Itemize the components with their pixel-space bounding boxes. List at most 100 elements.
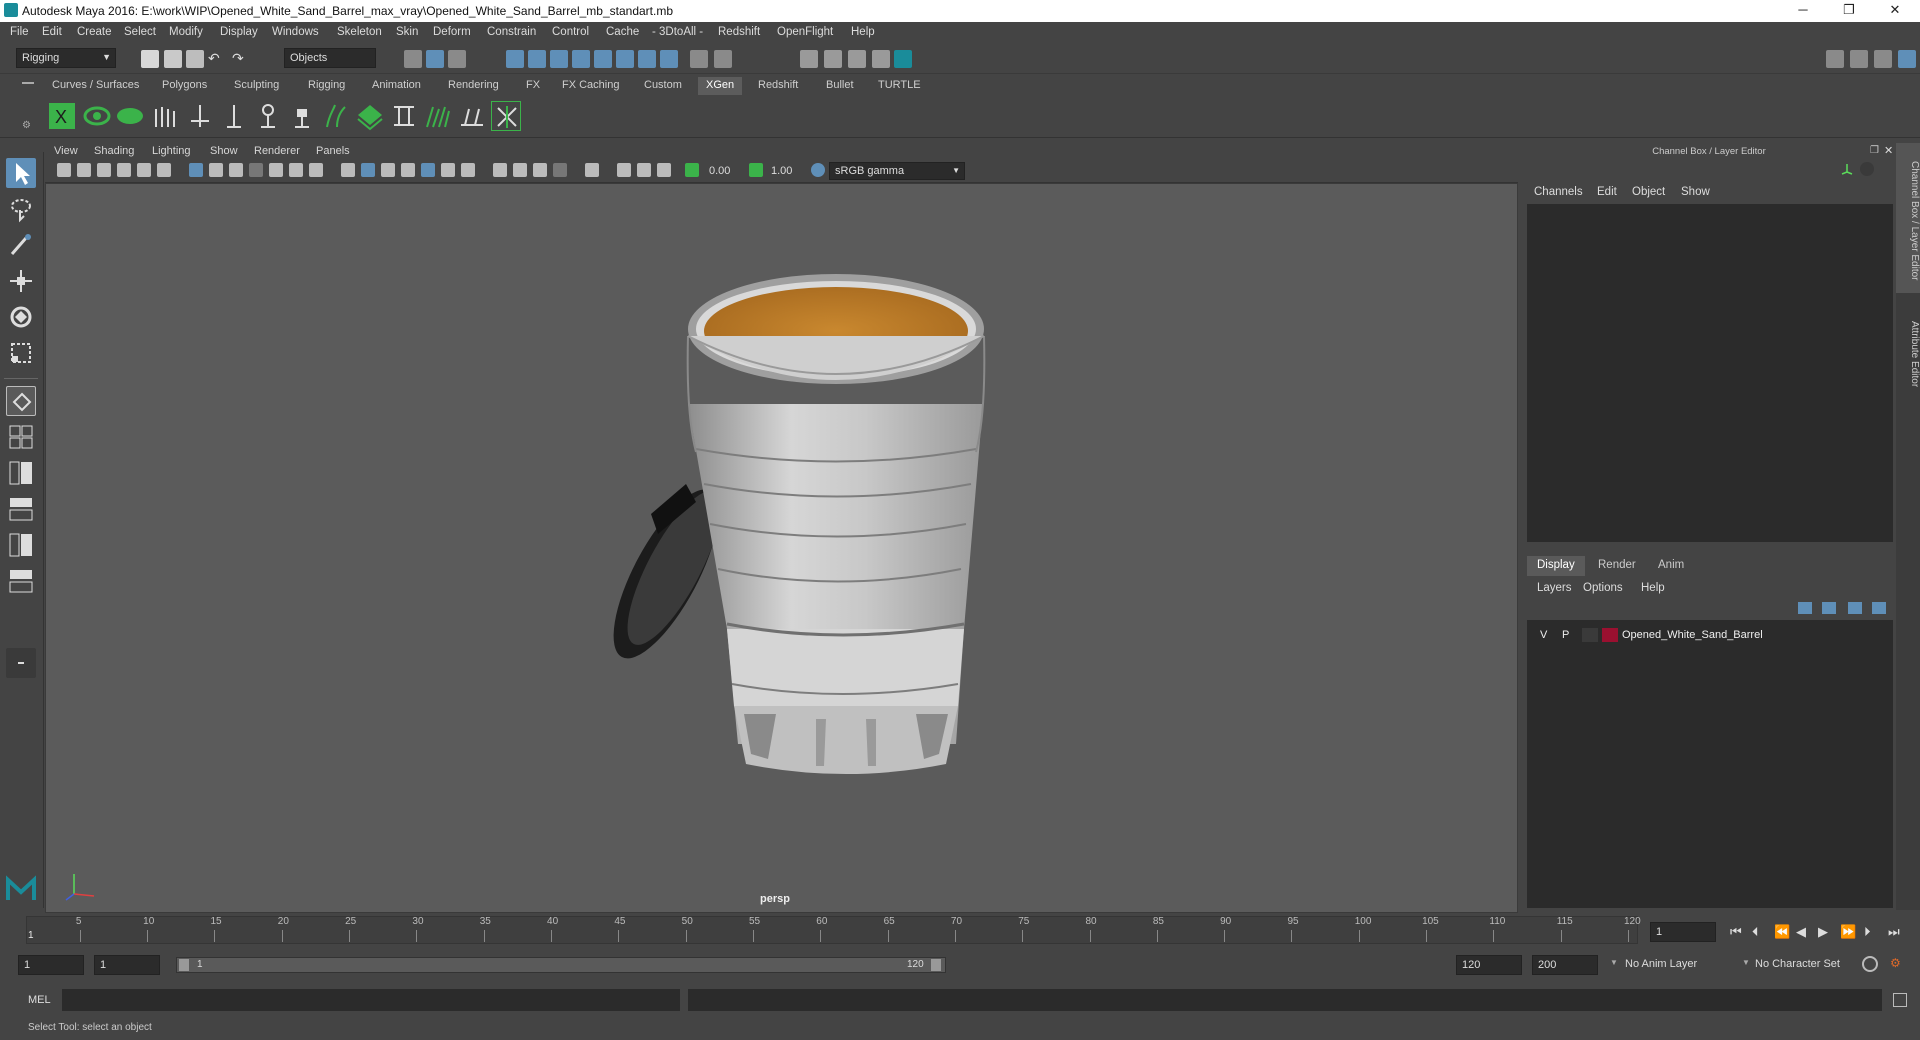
viewport-menu-view[interactable]: View <box>54 145 78 157</box>
menu-cache[interactable]: Cache <box>606 26 639 38</box>
viewport-menu-renderer[interactable]: Renderer <box>254 145 300 157</box>
grease-pencil-icon[interactable] <box>157 163 171 177</box>
command-input[interactable] <box>62 989 680 1011</box>
tab-fx[interactable]: FX <box>518 77 548 95</box>
step-forward-key-icon[interactable]: ⏵ <box>1864 924 1871 940</box>
menu-skeleton[interactable]: Skeleton <box>337 26 382 38</box>
layer-playback-toggle[interactable]: P <box>1562 629 1569 641</box>
layer-row[interactable]: V P Opened_White_Sand_Barrel <box>1530 625 1890 645</box>
use-all-lights-icon[interactable] <box>441 163 455 177</box>
menu-windows[interactable]: Windows <box>272 26 319 38</box>
menu-edit[interactable]: Edit <box>42 26 62 38</box>
menu-3dtoall[interactable]: - 3DtoAll - <box>652 26 703 38</box>
menu-help[interactable]: Help <box>851 26 875 38</box>
current-frame-field[interactable]: 1 <box>1650 922 1716 942</box>
exposure-icon[interactable] <box>685 163 699 177</box>
new-layer-icon[interactable] <box>1848 602 1862 614</box>
move-layer-up-icon[interactable] <box>1798 602 1812 614</box>
rotate-tool-icon[interactable] <box>6 302 36 332</box>
xray-joints-icon[interactable] <box>637 163 651 177</box>
persp-graph-layout-icon[interactable] <box>6 494 36 524</box>
textured-icon[interactable] <box>421 163 435 177</box>
range-slider-start-handle[interactable] <box>179 959 189 971</box>
channel-box-menu-object[interactable]: Object <box>1632 186 1665 198</box>
select-by-object-icon[interactable] <box>426 50 444 68</box>
layer-menu-help[interactable]: Help <box>1641 582 1665 594</box>
snap-curve-icon[interactable] <box>528 50 546 68</box>
xgen-guides-add-icon[interactable] <box>150 101 180 131</box>
script-editor-icon[interactable] <box>1893 993 1907 1007</box>
resolution-gate-icon[interactable] <box>229 163 243 177</box>
xgen-guides-to-curves-icon[interactable] <box>423 101 453 131</box>
range-slider-end-handle[interactable] <box>931 959 941 971</box>
side-tab-attribute-editor[interactable]: Attribute Editor <box>1896 301 1920 401</box>
tab-xgen[interactable]: XGen <box>698 77 743 95</box>
input-ops-icon[interactable] <box>714 50 732 68</box>
playback-end-field[interactable]: 120 <box>1456 955 1522 975</box>
wireframe-icon[interactable] <box>341 163 355 177</box>
snap-pivot-icon[interactable] <box>638 50 656 68</box>
depth-of-field-icon[interactable] <box>553 163 567 177</box>
gamma-icon[interactable] <box>749 163 763 177</box>
viewport-menu-shading[interactable]: Shading <box>94 145 134 157</box>
default-material-icon[interactable] <box>381 163 395 177</box>
xgen-preview-icon[interactable] <box>82 101 112 131</box>
move-layer-down-icon[interactable] <box>1822 602 1836 614</box>
film-gate-icon[interactable] <box>209 163 223 177</box>
custom-layout-icon[interactable] <box>6 648 36 678</box>
isolate-select-icon[interactable] <box>585 163 599 177</box>
snap-point-icon[interactable] <box>550 50 568 68</box>
single-perspective-view-icon[interactable] <box>6 386 36 416</box>
menu-openflight[interactable]: OpenFlight <box>777 26 833 38</box>
menu-control[interactable]: Control <box>552 26 589 38</box>
xgen-create-description-icon[interactable] <box>115 101 145 131</box>
ipr-render-icon[interactable] <box>848 50 866 68</box>
viewport-menu-show[interactable]: Show <box>210 145 238 157</box>
play-backwards-icon[interactable]: ◀ <box>1796 924 1806 940</box>
xgen-groom-icon[interactable] <box>355 101 385 131</box>
tab-curves-surfaces[interactable]: Curves / Surfaces <box>44 77 147 95</box>
tab-rigging[interactable]: Rigging <box>300 77 353 95</box>
menu-display[interactable]: Display <box>220 26 258 38</box>
exposure-value[interactable]: 0.00 <box>709 165 730 177</box>
tab-sculpting[interactable]: Sculpting <box>226 77 287 95</box>
persp-outliner-layout-icon[interactable] <box>6 458 36 488</box>
menu-skin[interactable]: Skin <box>396 26 418 38</box>
safe-title-icon[interactable] <box>309 163 323 177</box>
xgen-guides-lock-icon[interactable] <box>287 101 317 131</box>
lasso-tool-icon[interactable] <box>6 194 36 224</box>
viewport-menu-panels[interactable]: Panels <box>316 145 350 157</box>
hypershade-persp-layout-icon[interactable] <box>6 566 36 596</box>
tab-animation[interactable]: Animation <box>364 77 429 95</box>
scale-tool-icon[interactable] <box>6 338 36 368</box>
layer-visibility-toggle[interactable]: V <box>1540 629 1547 641</box>
float-panel-icon[interactable]: ❐ <box>1870 145 1879 156</box>
new-layer-from-selection-icon[interactable] <box>1872 602 1886 614</box>
screen-space-ao-icon[interactable] <box>493 163 507 177</box>
select-tool-icon[interactable] <box>6 158 36 188</box>
image-plane-icon[interactable] <box>117 163 131 177</box>
animation-end-field[interactable]: 200 <box>1532 955 1598 975</box>
layer-menu-layers[interactable]: Layers <box>1537 582 1572 594</box>
undo-icon[interactable]: ↶ <box>208 50 226 68</box>
auto-key-icon[interactable] <box>1862 956 1878 972</box>
render-view-icon[interactable] <box>800 50 818 68</box>
menu-select[interactable]: Select <box>124 26 156 38</box>
menu-file[interactable]: File <box>10 26 29 38</box>
select-camera-icon[interactable] <box>57 163 71 177</box>
tab-bullet[interactable]: Bullet <box>818 77 862 95</box>
colorspace-dropdown[interactable]: sRGB gamma ▼ <box>829 162 965 180</box>
play-forwards-icon[interactable]: ▶ <box>1818 924 1828 940</box>
animation-start-field[interactable]: 1 <box>18 955 84 975</box>
wireframe-on-shaded-icon[interactable] <box>401 163 415 177</box>
render-frame-icon[interactable] <box>824 50 842 68</box>
open-scene-icon[interactable] <box>164 50 182 68</box>
xray-components-icon[interactable] <box>657 163 671 177</box>
xgen-cut-guides-icon[interactable] <box>491 101 521 131</box>
character-set-dropdown[interactable]: ▼ No Character Set <box>1742 955 1880 975</box>
multisample-aa-icon[interactable] <box>533 163 547 177</box>
layer-name[interactable]: Opened_White_Sand_Barrel <box>1622 629 1763 641</box>
paint-select-tool-icon[interactable] <box>6 230 36 260</box>
channel-box-menu-show[interactable]: Show <box>1681 186 1710 198</box>
snap-component-icon[interactable] <box>616 50 634 68</box>
